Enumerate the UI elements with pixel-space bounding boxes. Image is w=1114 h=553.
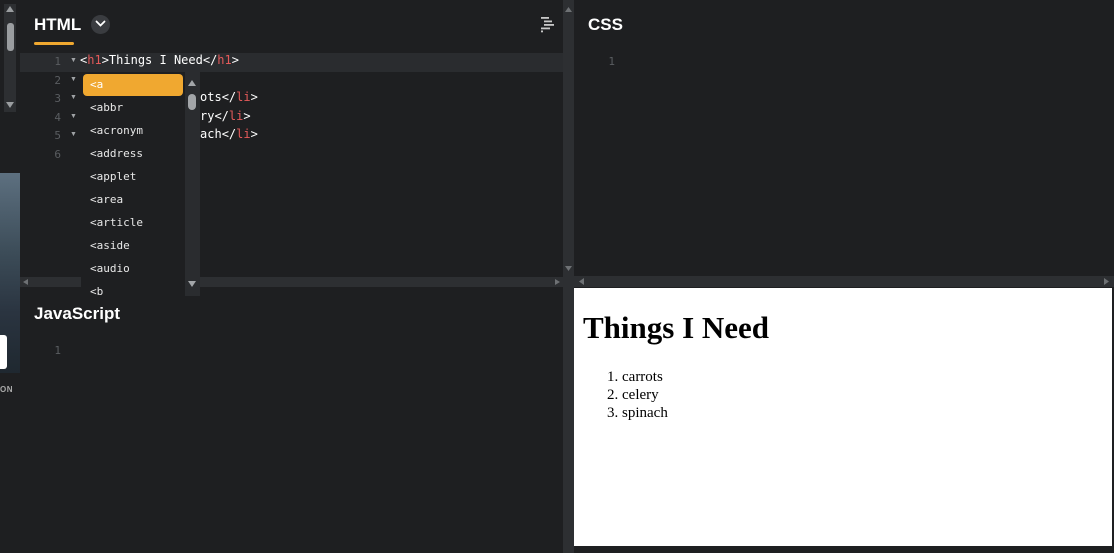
result-preview: Things I Need carrots celery spinach: [574, 288, 1112, 546]
autocomplete-item[interactable]: <b: [81, 280, 185, 296]
autocomplete-item[interactable]: <area: [81, 188, 185, 211]
html-language-dropdown[interactable]: [91, 15, 110, 34]
format-code-button[interactable]: [539, 15, 557, 33]
code-text: ry: [200, 109, 215, 123]
fold-arrow-icon[interactable]: ▼: [70, 113, 77, 120]
scroll-thumb[interactable]: [188, 94, 196, 110]
autocomplete-item[interactable]: <aside: [81, 234, 185, 257]
line-number: 3: [54, 92, 61, 105]
scroll-down-icon[interactable]: [563, 264, 574, 274]
autocomplete-item[interactable]: <applet: [81, 165, 185, 188]
scroll-thumb[interactable]: [7, 23, 14, 51]
line-number: 2: [54, 74, 61, 87]
code-line-3[interactable]: ots</li>: [200, 90, 258, 104]
autocomplete-item[interactable]: <acronym: [81, 119, 185, 142]
line-number: 6: [54, 148, 61, 161]
code-text: ots: [200, 90, 222, 104]
js-editor-panel: JavaScript 1: [20, 287, 563, 553]
preview-list: carrots celery spinach: [622, 368, 668, 422]
js-panel-title[interactable]: JavaScript: [34, 304, 120, 324]
list-item: carrots: [622, 368, 668, 386]
chevron-down-icon: [95, 20, 106, 27]
fold-arrow-icon[interactable]: ▼: [70, 57, 77, 64]
line-number: 1: [608, 55, 615, 68]
vertical-panel-resizer[interactable]: [563, 0, 574, 553]
list-item: spinach: [622, 404, 668, 422]
scroll-up-icon[interactable]: [6, 6, 14, 12]
code-line-5[interactable]: ach</li>: [200, 127, 258, 141]
line-number: 5: [54, 129, 61, 142]
scroll-right-icon[interactable]: [1101, 276, 1111, 287]
code-text: Things I Need: [108, 53, 203, 67]
format-icon: [541, 17, 554, 33]
autocomplete-popup[interactable]: <a <abbr <acronym <address <applet <area…: [81, 72, 200, 296]
code-punct: </: [221, 127, 237, 141]
html-panel-title[interactable]: HTML: [34, 15, 81, 35]
code-tag: li: [228, 109, 244, 123]
autocomplete-item[interactable]: <abbr: [81, 96, 185, 119]
code-punct: >: [243, 109, 251, 123]
code-punct: </: [202, 53, 218, 67]
list-item: celery: [622, 386, 668, 404]
scroll-down-icon[interactable]: [6, 102, 14, 108]
scroll-left-icon[interactable]: [577, 276, 587, 287]
preview-heading: Things I Need: [583, 310, 770, 345]
scroll-up-icon[interactable]: [188, 80, 196, 86]
css-panel-title[interactable]: CSS: [588, 15, 623, 35]
code-punct: >: [101, 53, 109, 67]
scroll-left-icon[interactable]: [23, 279, 28, 285]
code-punct: >: [250, 90, 258, 104]
autocomplete-item[interactable]: <address: [81, 142, 185, 165]
fold-arrow-icon[interactable]: ▼: [70, 76, 77, 83]
left-sidebar-edge: ON: [0, 0, 20, 553]
code-line-1[interactable]: <h1>Things I Need</h1>: [80, 53, 239, 67]
autocomplete-item[interactable]: <article: [81, 211, 185, 234]
autocomplete-item-selected[interactable]: <a: [83, 74, 183, 96]
css-editor-panel: CSS 1: [574, 0, 1114, 276]
fold-arrow-icon[interactable]: ▼: [70, 131, 77, 138]
left-strip-label: ON: [0, 385, 13, 394]
thumbnail-image: [0, 173, 20, 373]
code-punct: >: [231, 53, 239, 67]
code-tag: li: [236, 90, 251, 104]
scroll-right-icon[interactable]: [555, 279, 560, 285]
thumbnail-button-edge[interactable]: [0, 335, 7, 369]
autocomplete-scrollbar[interactable]: [185, 72, 200, 296]
code-punct: </: [221, 90, 237, 104]
css-horizontal-scrollbar[interactable]: [574, 276, 1114, 287]
autocomplete-item[interactable]: <audio: [81, 257, 185, 280]
line-number: 1: [54, 55, 61, 68]
line-number: 4: [54, 111, 61, 124]
left-scrollbar[interactable]: [4, 4, 16, 112]
fold-arrow-icon[interactable]: ▼: [70, 94, 77, 101]
code-tag: h1: [87, 53, 102, 67]
active-tab-indicator: [34, 42, 74, 45]
code-text: ach: [200, 127, 222, 141]
code-tag: h1: [217, 53, 232, 67]
scroll-down-icon[interactable]: [188, 281, 196, 287]
code-punct: </: [214, 109, 229, 123]
code-punct: >: [250, 127, 258, 141]
line-number: 1: [54, 344, 61, 357]
scroll-up-icon[interactable]: [563, 4, 574, 14]
code-line-4[interactable]: ry</li>: [200, 109, 251, 123]
code-tag: li: [236, 127, 251, 141]
autocomplete-list[interactable]: <a <abbr <acronym <address <applet <area…: [81, 72, 185, 296]
